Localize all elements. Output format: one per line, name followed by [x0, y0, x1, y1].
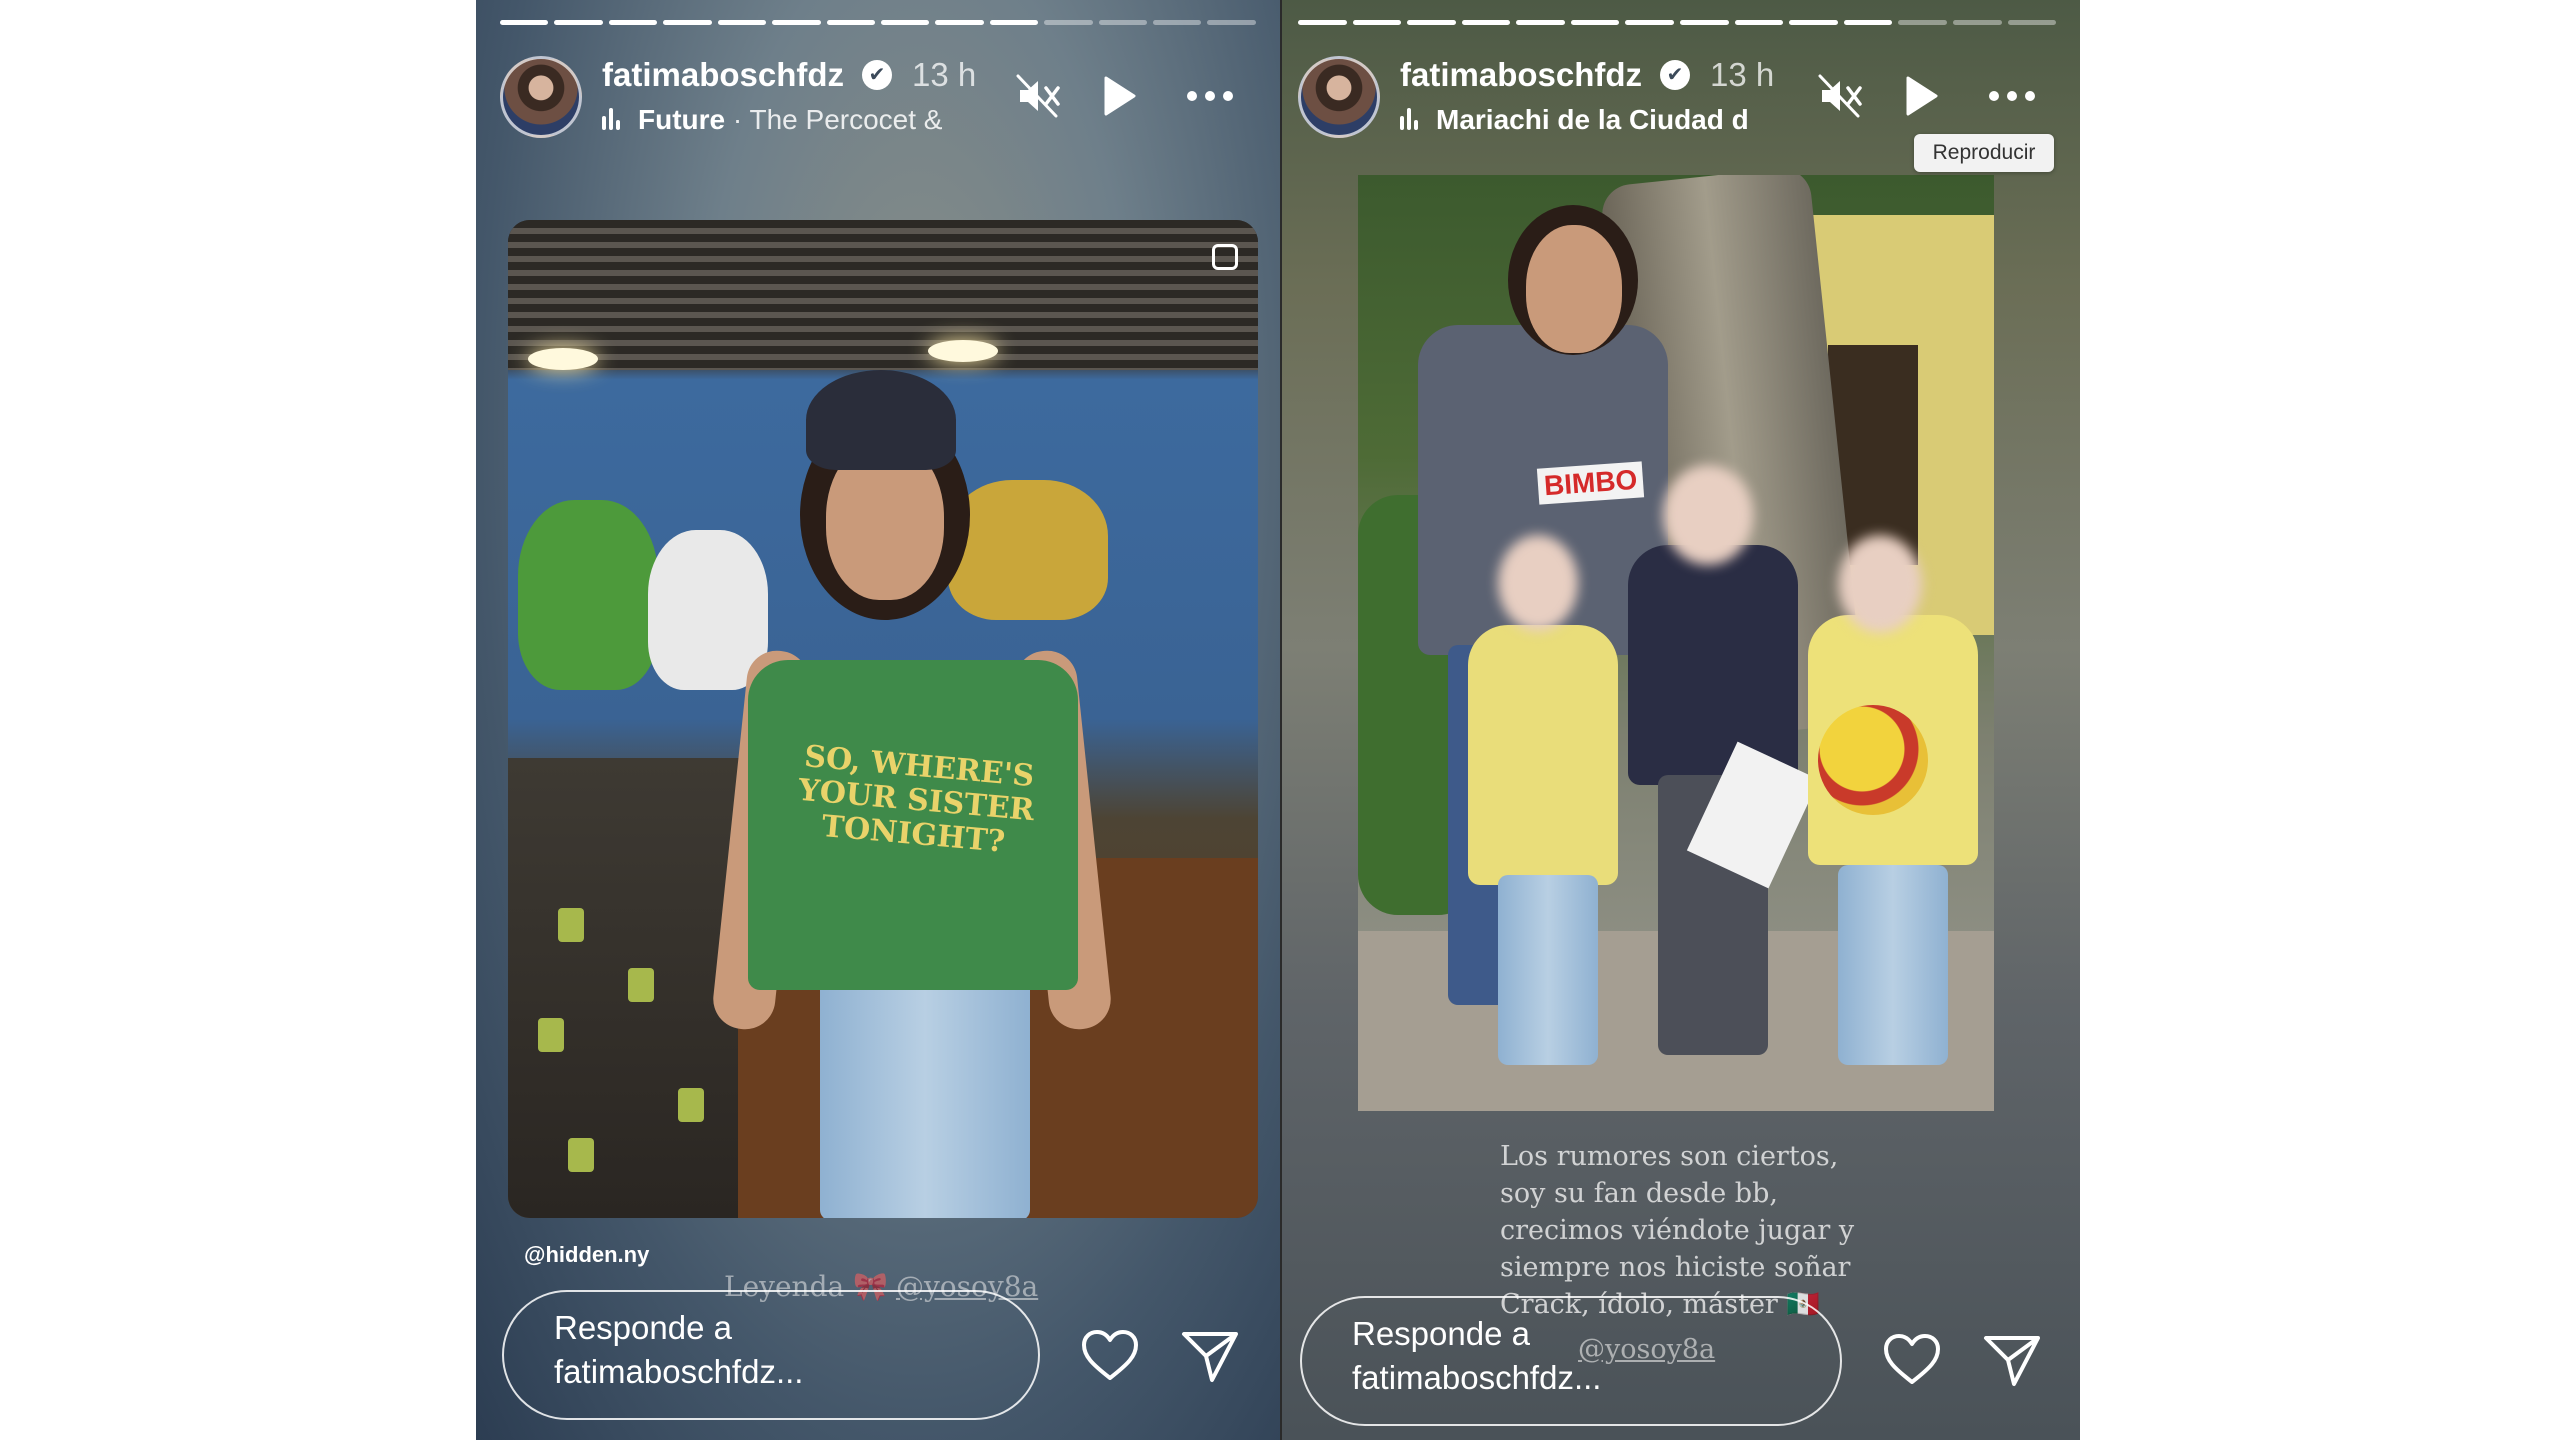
soccer-ball	[1818, 705, 1928, 815]
mute-icon[interactable]	[1010, 68, 1066, 124]
progress-segment	[1570, 20, 1620, 25]
heart-icon[interactable]	[1078, 1324, 1142, 1388]
caption-line: Los rumores son ciertos,	[1500, 1141, 1839, 1172]
music-separator: ·	[725, 104, 750, 135]
progress-segment	[1352, 20, 1402, 25]
kid-jeans	[1838, 865, 1948, 1065]
baseball-cap	[806, 370, 956, 470]
shirt-text: SO, WHERE'S YOUR SISTER TONIGHT?	[796, 739, 1036, 860]
story-progress-left	[500, 20, 1256, 26]
story-progress-right	[1298, 20, 2057, 26]
progress-segment	[663, 20, 712, 25]
jersey-sponsor: BIMBO	[1536, 461, 1645, 505]
caption-line: crecimos viéndote jugar y	[1500, 1215, 1855, 1246]
adult-face	[1526, 225, 1622, 353]
story-photo-right: BIMBO	[1358, 175, 1994, 1111]
reply-input[interactable]: Responde a fatimaboschfdz...	[502, 1290, 1040, 1420]
play-icon[interactable]	[1892, 68, 1948, 124]
music-artist: Future	[638, 104, 726, 135]
avatar[interactable]	[1298, 56, 1380, 138]
kid-jeans	[1498, 875, 1598, 1065]
progress-segment	[608, 20, 658, 25]
post-time: 13 h	[912, 56, 977, 93]
progress-segment	[1789, 20, 1838, 25]
more-icon[interactable]	[1984, 68, 2040, 124]
kid-face-blurred	[1838, 535, 1922, 633]
music-bars-icon	[602, 106, 628, 132]
avatar[interactable]	[500, 56, 582, 138]
play-tooltip: Reproducir	[1914, 134, 2054, 172]
progress-segment	[1153, 20, 1202, 25]
username[interactable]: fatimaboschfdz	[602, 56, 844, 94]
progress-segment	[1680, 20, 1729, 25]
progress-segment	[1407, 20, 1456, 25]
progress-segment	[1625, 20, 1675, 25]
photo-person: SO, WHERE'S YOUR SISTER TONIGHT?	[508, 220, 1258, 1218]
progress-segment	[1516, 20, 1565, 25]
progress-segment	[1461, 20, 1511, 25]
progress-segment	[1952, 20, 2002, 25]
progress-segment	[826, 20, 875, 25]
progress-segment	[1044, 20, 1093, 25]
kid-face-blurred	[1663, 465, 1753, 565]
jeans	[820, 960, 1030, 1218]
progress-segment	[880, 20, 930, 25]
progress-segment	[554, 20, 603, 25]
post-time: 13 h	[1710, 56, 1775, 93]
reply-input[interactable]: Responde a fatimaboschfdz...	[1300, 1296, 1842, 1426]
progress-segment	[2007, 20, 2057, 25]
verified-icon: ✔	[1660, 60, 1690, 90]
caption-line: siempre nos hiciste soñar	[1500, 1252, 1851, 1283]
sticker-icon	[1212, 244, 1238, 270]
caption-line: soy su fan desde bb,	[1500, 1178, 1778, 1209]
music-row[interactable]: Mariachi de la Ciudad d	[1400, 104, 1749, 140]
kid-face-blurred	[1498, 535, 1578, 631]
kid-shirt	[1468, 625, 1618, 885]
more-icon[interactable]	[1182, 68, 1238, 124]
progress-segment	[1298, 20, 1347, 25]
progress-segment	[1898, 20, 1947, 25]
progress-segment	[1207, 20, 1256, 25]
music-bars-icon	[1400, 106, 1426, 132]
send-icon[interactable]	[1178, 1324, 1242, 1388]
progress-segment	[1734, 20, 1784, 25]
progress-segment	[935, 20, 984, 25]
caption-mention[interactable]: @yosoy8a	[1578, 1334, 1715, 1365]
progress-segment	[500, 20, 549, 25]
music-title: The Percocet &	[749, 104, 943, 135]
music-row[interactable]: Future · The Percocet &	[602, 104, 942, 140]
progress-segment	[1843, 20, 1893, 25]
verified-icon: ✔	[862, 60, 892, 90]
play-icon[interactable]	[1090, 68, 1146, 124]
progress-segment	[1098, 20, 1148, 25]
send-icon[interactable]	[1980, 1328, 2044, 1392]
progress-segment	[717, 20, 767, 25]
music-artist: Mariachi de la Ciudad d	[1436, 104, 1749, 135]
mute-icon[interactable]	[1812, 68, 1868, 124]
kid-jacket	[1628, 545, 1798, 785]
progress-segment	[772, 20, 821, 25]
heart-icon[interactable]	[1880, 1328, 1944, 1392]
progress-segment	[989, 20, 1039, 25]
story-photo-left: SO, WHERE'S YOUR SISTER TONIGHT?	[508, 220, 1258, 1218]
username[interactable]: fatimaboschfdz	[1400, 56, 1642, 94]
mention-tag[interactable]: @hidden.ny	[524, 1242, 649, 1268]
